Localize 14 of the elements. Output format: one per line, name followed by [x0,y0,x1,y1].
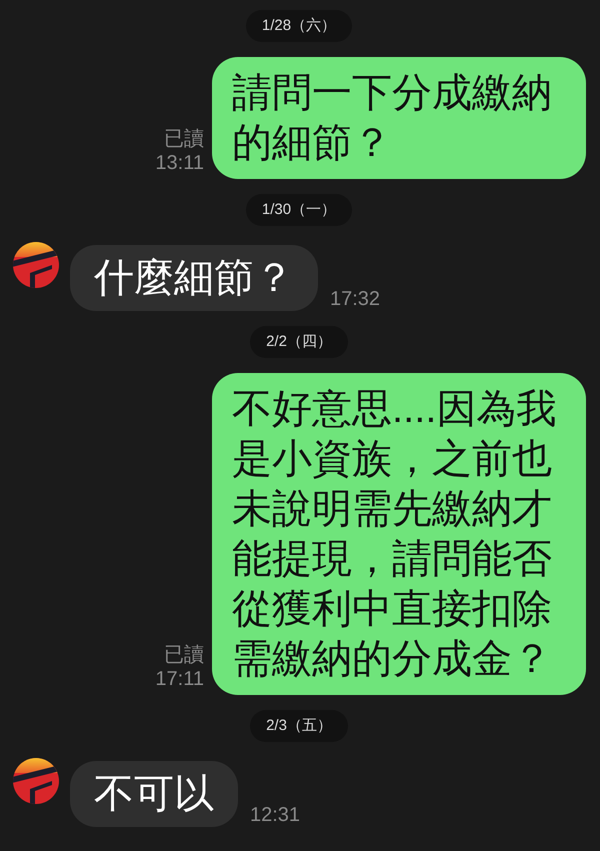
read-receipt: 已讀 [164,127,204,151]
message-bubble: 請問一下分成繳納的細節？ [212,57,586,179]
message-bubble: 不好意思....因為我是小資族，之前也未說明需先繳納才能提現，請問能否從獲利中直接扣除需繳納的分成金？ [212,373,586,695]
message-time: 17:32 [330,287,380,311]
date-label: 2/2（四） [250,326,348,358]
message-time: 12:31 [250,803,300,827]
read-receipt: 已讀 [164,643,204,667]
message-bubble: 不可以 [70,761,238,827]
date-label: 1/28（六） [246,10,352,42]
message-time: 13:11 [155,151,204,175]
message-time: 17:11 [155,667,204,691]
date-label: 2/3（五） [250,710,348,742]
date-label: 1/30（一） [246,194,352,226]
message-bubble: 什麼細節？ [70,245,318,311]
